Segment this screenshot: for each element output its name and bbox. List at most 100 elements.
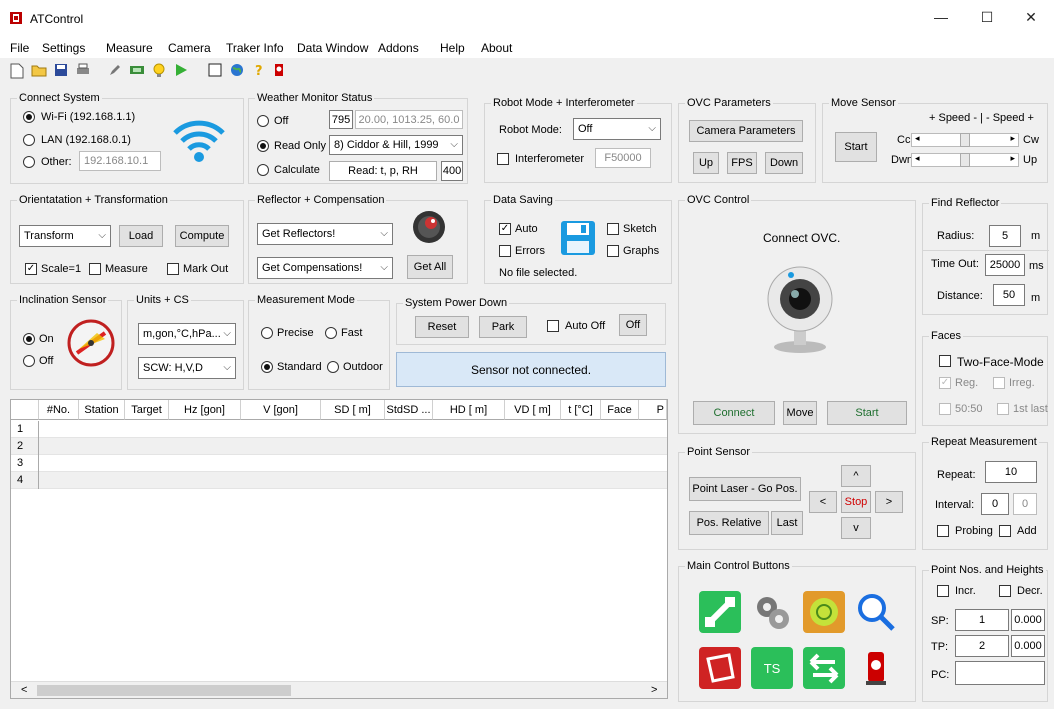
menu-data-window[interactable]: Data Window [297,41,368,55]
sp-input[interactable]: 1 [955,609,1009,631]
interval-input-2[interactable]: 0 [1013,493,1037,515]
point-up-button[interactable]: ^ [841,465,871,487]
errors-checkbox[interactable] [499,245,511,257]
col-header[interactable]: t [°C] [561,400,601,420]
weather-model-select[interactable]: 8) Ciddor & Hill, 1999 ⌵ [329,135,463,155]
outdoor-radio[interactable] [327,361,339,373]
weather-off-radio[interactable] [257,115,269,127]
maximize-button[interactable]: ☐ [964,0,1010,34]
ovc-up-button[interactable]: Up [693,152,719,174]
save-icon[interactable] [52,63,70,81]
help-question-icon[interactable]: ? [250,63,268,81]
auto-checkbox[interactable]: ✓ [499,223,511,235]
col-header[interactable]: Face [601,400,639,420]
tp-height-input[interactable]: 0.000 [1011,635,1045,657]
inclination-off-radio[interactable] [23,355,35,367]
chevron-left-icon[interactable]: ◂ [915,153,920,164]
tracker-icon[interactable] [270,63,288,81]
scroll-left-icon[interactable]: < [21,684,27,696]
table-row[interactable]: 3 [11,455,667,472]
ts-button[interactable]: TS [751,647,793,689]
probing-checkbox[interactable] [937,525,949,537]
point-right-button[interactable]: > [875,491,903,513]
dwn-up-slider[interactable]: ◂ ▸ [911,153,1019,167]
point-down-button[interactable]: v [841,517,871,539]
transform-select[interactable]: Transform ⌵ [19,225,111,247]
camera-parameters-button[interactable]: Camera Parameters [689,120,803,142]
menu-measure[interactable]: Measure [106,41,153,55]
menu-settings[interactable]: Settings [42,41,85,55]
reset-button[interactable]: Reset [415,316,469,338]
col-header[interactable]: P [639,400,667,420]
table-row[interactable]: 2 [11,438,667,455]
tp-input[interactable]: 2 [955,635,1009,657]
sp-height-input[interactable]: 0.000 [1011,609,1045,631]
interval-input-1[interactable]: 0 [981,493,1009,515]
decr-checkbox[interactable] [999,585,1011,597]
close-button[interactable]: ✕ [1008,0,1054,34]
pencil-icon[interactable] [106,63,124,81]
point-laser-button[interactable]: Point Laser - Go Pos. [689,477,801,501]
fifty-checkbox[interactable] [939,403,951,415]
compensations-select[interactable]: Get Compensations! ⌵ [257,257,393,279]
first-last-checkbox[interactable] [997,403,1009,415]
dwn-up-slider-thumb[interactable] [960,153,970,167]
timeout-input[interactable]: 25000 [985,254,1025,276]
play-icon[interactable] [172,63,190,81]
lightbulb-icon[interactable] [150,63,168,81]
chevron-right-icon[interactable]: ▸ [1010,153,1015,164]
standard-radio[interactable] [261,361,273,373]
col-header[interactable]: Hz [gon] [169,400,241,420]
menu-help[interactable]: Help [440,41,465,55]
ovc-down-button[interactable]: Down [765,152,803,174]
weather-value2-field[interactable]: 20.00, 1013.25, 60.0 [355,110,463,129]
measure-checkbox[interactable] [89,263,101,275]
menu-traker-info[interactable]: Traker Info [226,41,284,55]
off-button[interactable]: Off [619,314,647,336]
connect-plug-icon[interactable] [699,591,741,633]
pc-input[interactable] [955,661,1045,685]
col-header[interactable]: Station [79,400,125,420]
col-header[interactable]: #No. [39,400,79,420]
globe-icon[interactable] [228,63,246,81]
window-icon[interactable] [206,63,224,81]
move-start-button[interactable]: Start [835,132,877,162]
units-select[interactable]: m,gon,°C,hPa... ⌵ [138,323,236,345]
two-face-checkbox[interactable] [939,355,951,367]
tracker-device-icon[interactable] [855,647,897,689]
pos-relative-button[interactable]: Pos. Relative [689,511,769,535]
inclination-on-radio[interactable] [23,333,35,345]
add-checkbox[interactable] [999,525,1011,537]
point-left-button[interactable]: < [809,491,837,513]
table-row[interactable]: 1 [11,421,667,438]
measurement-grid[interactable]: #No. Station Target Hz [gon] V [gon] SD … [10,399,668,699]
distance-input[interactable]: 50 [993,284,1025,306]
compute-button[interactable]: Compute [175,225,229,247]
col-header[interactable]: SD [ m] [321,400,385,420]
wifi-radio[interactable] [23,111,35,123]
robot-mode-select[interactable]: Off ⌵ [573,118,661,140]
search-icon[interactable] [855,591,897,633]
cs-select[interactable]: SCW: H,V,D ⌵ [138,357,236,379]
last-button[interactable]: Last [771,511,803,535]
ovc-start-button[interactable]: Start [827,401,907,425]
get-all-button[interactable]: Get All [407,255,453,279]
reflectors-select[interactable]: Get Reflectors! ⌵ [257,223,393,245]
other-ip-input[interactable]: 192.168.10.1 [79,151,161,171]
table-row[interactable]: 4 [11,472,667,489]
load-button[interactable]: Load [119,225,163,247]
incr-checkbox[interactable] [937,585,949,597]
print-icon[interactable] [74,63,92,81]
ovc-fps-button[interactable]: FPS [727,152,757,174]
scale-checkbox[interactable]: ✓ [25,263,37,275]
autooff-checkbox[interactable] [547,320,559,332]
point-stop-button[interactable]: Stop [841,491,871,513]
minimize-button[interactable]: — [918,0,964,34]
precise-radio[interactable] [261,327,273,339]
new-file-icon[interactable] [8,63,26,81]
menu-file[interactable]: File [10,41,29,55]
menu-addons[interactable]: Addons [378,41,419,55]
radius-input[interactable]: 5 [989,225,1021,247]
irreg-checkbox[interactable] [993,377,1005,389]
menu-camera[interactable]: Camera [168,41,211,55]
